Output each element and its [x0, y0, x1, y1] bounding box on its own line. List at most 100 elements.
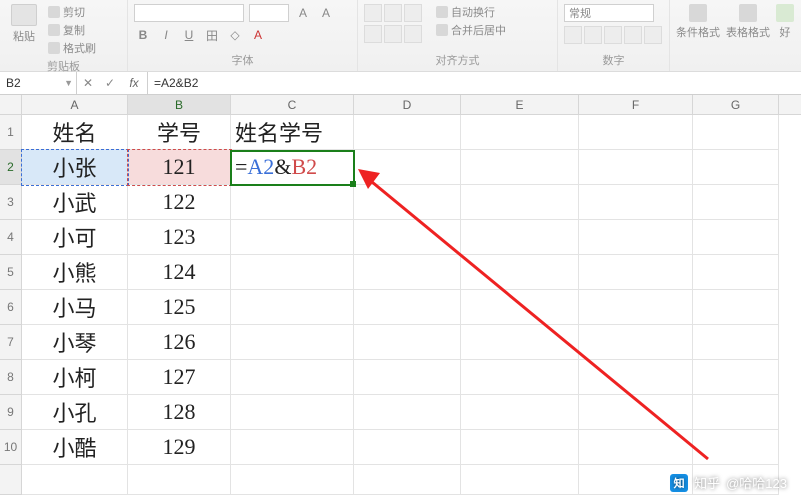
bold-button[interactable]: B — [134, 26, 152, 44]
table-format-icon — [739, 4, 757, 22]
ribbon: 粘贴 剪切 复制 格式刷 剪贴板 A A B I U — [0, 0, 801, 72]
cell-G2[interactable] — [693, 150, 779, 185]
formula-cancel-button[interactable]: ✕ — [77, 76, 99, 90]
cell-B6[interactable]: 125 — [128, 290, 231, 325]
row-header-11[interactable] — [0, 465, 22, 495]
align-left-button[interactable] — [364, 25, 382, 43]
decrease-decimal-button[interactable] — [644, 26, 662, 44]
border-button[interactable]: 田 — [203, 26, 221, 44]
col-header-F[interactable]: F — [579, 95, 693, 114]
font-size-select[interactable] — [249, 4, 289, 22]
cell-A8[interactable]: 小柯 — [22, 360, 128, 395]
cell-B4[interactable]: 123 — [128, 220, 231, 255]
select-all-corner[interactable] — [0, 95, 22, 114]
align-middle-button[interactable] — [384, 4, 402, 22]
cell-A2[interactable]: 小张 — [22, 150, 128, 185]
cut-button[interactable]: 剪切 — [48, 4, 96, 20]
formula-input[interactable]: =A2&B2 — [148, 72, 801, 94]
cell-B9[interactable]: 128 — [128, 395, 231, 430]
cell-style-icon — [776, 4, 794, 22]
cell-D1[interactable] — [354, 115, 461, 150]
format-painter-button[interactable]: 格式刷 — [48, 40, 96, 56]
copy-icon — [48, 24, 60, 36]
watermark: 知 知乎 @哈哈123 — [670, 473, 787, 492]
formula-confirm-button[interactable]: ✓ — [99, 76, 121, 90]
align-center-button[interactable] — [384, 25, 402, 43]
cell-A9[interactable]: 小孔 — [22, 395, 128, 430]
col-header-B[interactable]: B — [128, 95, 231, 114]
row-header-9[interactable]: 9 — [0, 395, 22, 430]
col-header-E[interactable]: E — [461, 95, 579, 114]
decrease-font-button[interactable]: A — [317, 4, 335, 22]
align-right-button[interactable] — [404, 25, 422, 43]
increase-decimal-button[interactable] — [624, 26, 642, 44]
wrap-text-button[interactable]: 自动换行 — [436, 4, 506, 20]
font-family-select[interactable] — [134, 4, 244, 22]
cell-A7[interactable]: 小琴 — [22, 325, 128, 360]
cell-D2[interactable] — [354, 150, 461, 185]
italic-button[interactable]: I — [157, 26, 175, 44]
cell-B5[interactable]: 124 — [128, 255, 231, 290]
cell-B3[interactable]: 122 — [128, 185, 231, 220]
copy-button[interactable]: 复制 — [48, 22, 96, 38]
align-bottom-button[interactable] — [404, 4, 422, 22]
align-top-button[interactable] — [364, 4, 382, 22]
merge-center-button[interactable]: 合并后居中 — [436, 22, 506, 38]
cell-A10[interactable]: 小酷 — [22, 430, 128, 465]
ribbon-group-clipboard: 粘贴 剪切 复制 格式刷 剪贴板 — [0, 0, 128, 71]
cell-E1[interactable] — [461, 115, 579, 150]
cell-B10[interactable]: 129 — [128, 430, 231, 465]
font-color-button[interactable]: A — [249, 26, 267, 44]
cell-E2[interactable] — [461, 150, 579, 185]
cell-B2[interactable]: 121 — [128, 150, 231, 185]
fx-icon[interactable]: fx — [121, 76, 147, 90]
underline-button[interactable]: U — [180, 26, 198, 44]
cell-C2-formula: =A2&B2 — [235, 154, 317, 180]
col-header-A[interactable]: A — [22, 95, 128, 114]
row-header-7[interactable]: 7 — [0, 325, 22, 360]
cell-C2[interactable]: =A2&B2 — [231, 150, 354, 185]
name-box-value: B2 — [6, 76, 21, 90]
currency-button[interactable] — [564, 26, 582, 44]
col-header-C[interactable]: C — [231, 95, 354, 114]
row-header-5[interactable]: 5 — [0, 255, 22, 290]
cell-G1[interactable] — [693, 115, 779, 150]
cell-C3[interactable] — [231, 185, 354, 220]
cell-C1[interactable]: 姓名学号 — [231, 115, 354, 150]
watermark-user: @哈哈123 — [726, 473, 787, 492]
worksheet[interactable]: A B C D E F G 1 姓名 学号 姓名学号 2 小张 121 =A2&… — [0, 95, 801, 500]
fill-color-button[interactable]: ◇ — [226, 26, 244, 44]
row-header-3[interactable]: 3 — [0, 185, 22, 220]
cell-F2[interactable] — [579, 150, 693, 185]
conditional-format-button[interactable]: 条件格式 — [676, 4, 720, 40]
cell-B8[interactable]: 127 — [128, 360, 231, 395]
row-2: 2 小张 121 =A2&B2 — [0, 150, 801, 185]
cell-A1[interactable]: 姓名 — [22, 115, 128, 150]
row-4: 4 小可 123 — [0, 220, 801, 255]
row-header-10[interactable]: 10 — [0, 430, 22, 465]
comma-button[interactable] — [604, 26, 622, 44]
table-format-button[interactable]: 表格格式 — [726, 4, 770, 40]
cell-A4[interactable]: 小可 — [22, 220, 128, 255]
number-format-select[interactable]: 常规 — [564, 4, 654, 22]
cell-A3[interactable]: 小武 — [22, 185, 128, 220]
row-header-8[interactable]: 8 — [0, 360, 22, 395]
cell-B1[interactable]: 学号 — [128, 115, 231, 150]
paste-button[interactable]: 粘贴 — [6, 4, 42, 44]
cell-A5[interactable]: 小熊 — [22, 255, 128, 290]
col-header-G[interactable]: G — [693, 95, 779, 114]
col-header-D[interactable]: D — [354, 95, 461, 114]
row-5: 5 小熊 124 — [0, 255, 801, 290]
name-box-dropdown-icon[interactable]: ▼ — [64, 78, 73, 88]
increase-font-button[interactable]: A — [294, 4, 312, 22]
row-header-1[interactable]: 1 — [0, 115, 22, 150]
cell-F1[interactable] — [579, 115, 693, 150]
cell-style-button[interactable]: 好 — [776, 4, 794, 40]
row-header-4[interactable]: 4 — [0, 220, 22, 255]
cell-B7[interactable]: 126 — [128, 325, 231, 360]
ribbon-group-alignment: 自动换行 合并后居中 对齐方式 — [358, 0, 558, 71]
cell-A6[interactable]: 小马 — [22, 290, 128, 325]
percent-button[interactable] — [584, 26, 602, 44]
row-header-2[interactable]: 2 — [0, 150, 22, 185]
row-header-6[interactable]: 6 — [0, 290, 22, 325]
